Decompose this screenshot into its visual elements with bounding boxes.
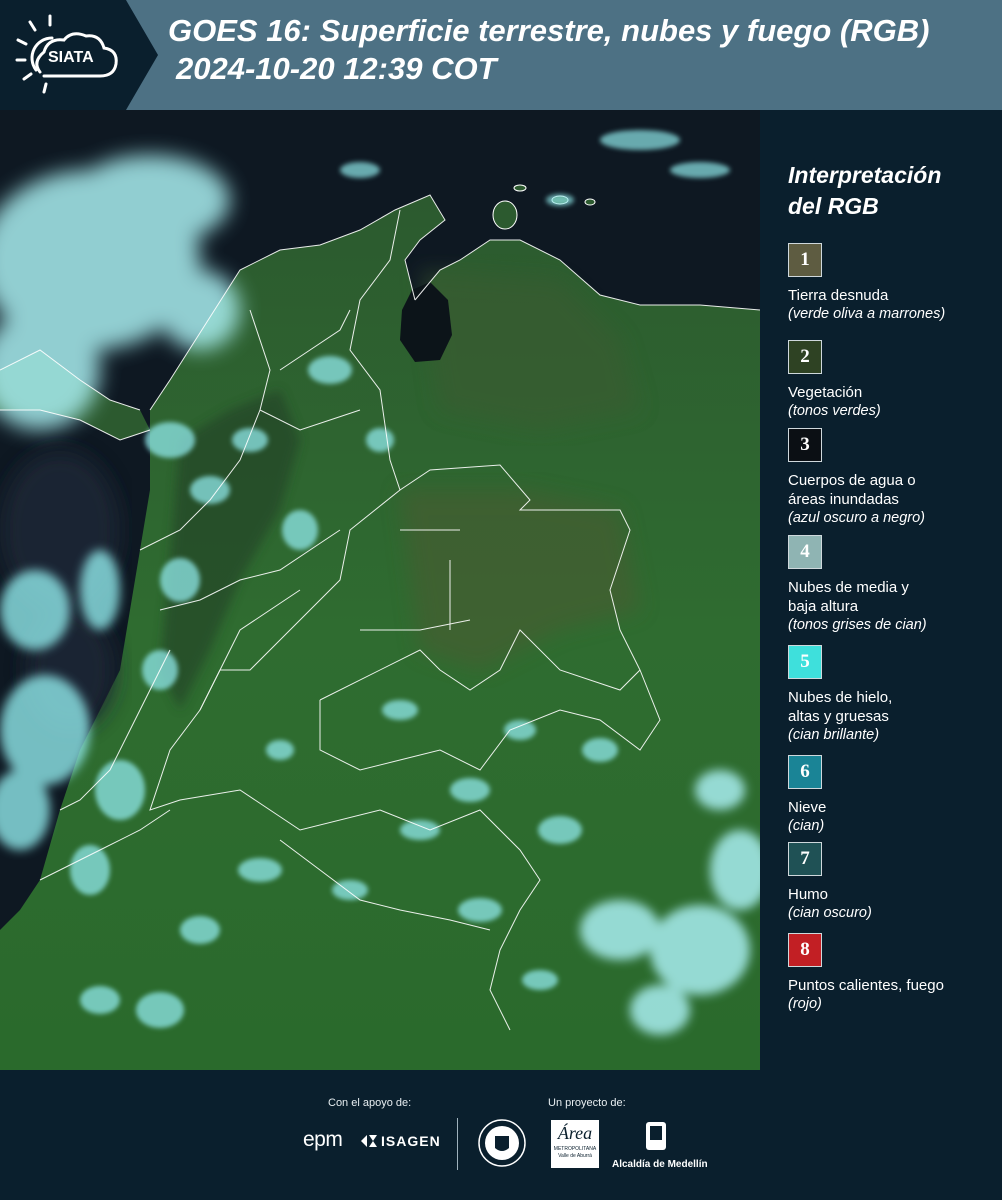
legend-swatch-7: 7 [788, 842, 822, 876]
legend-label-4: Nubes de media y baja altura [788, 579, 909, 615]
epm-logo: epm [303, 1128, 343, 1151]
alcaldia-logo-text: Alcaldía de Medellín [612, 1159, 708, 1170]
legend-label-3: Cuerpos de agua o áreas inundadas [788, 472, 916, 508]
legend-label-7: Humo [788, 886, 829, 903]
area-logo-title: Área [557, 1123, 593, 1143]
legend-swatch-8: 8 [788, 933, 822, 967]
legend-hint-3: (azul oscuro a negro) [788, 510, 926, 526]
footer: Con el apoyo de: Un proyecto de: epm ISA… [0, 1070, 1002, 1200]
legend-swatch-3: 3 [788, 428, 822, 462]
legend-hint-6: (cian) [788, 818, 825, 834]
header-bar: SIATA GOES 16: Superficie terrestre, nub… [0, 0, 1002, 110]
alcaldia-shield-icon [646, 1122, 666, 1150]
legend-label-5: Nubes de hielo, altas y gruesas [788, 689, 893, 725]
legend-item-1: 1 Tierra desnuda (verde oliva a marrones) [788, 243, 998, 324]
logo-text: SIATA [48, 49, 94, 66]
legend-label-8: Puntos calientes, fuego [788, 977, 944, 994]
legend-item-4: 4 Nubes de media y baja altura (tonos gris… [788, 535, 998, 635]
area-logo-subtitle-2: Valle de Aburrá [558, 1153, 592, 1159]
isagen-logo: ISAGEN [381, 1133, 441, 1149]
legend-title-line-1: Interpretación [788, 162, 942, 188]
legend-hint-8: (rojo) [788, 996, 822, 1012]
title-line-1: GOES 16: Superficie terrestre, nubes y f… [168, 13, 930, 48]
legend-hint-2: (tonos verdes) [788, 403, 881, 419]
legend-label-1: Tierra desnuda [788, 287, 889, 304]
legend-item-3: 3 Cuerpos de agua o áreas inundadas (azul … [788, 428, 998, 528]
satellite-map [0, 110, 760, 1070]
legend-item-2: 2 Vegetación (tonos verdes) [788, 340, 998, 421]
legend-swatch-4: 4 [788, 535, 822, 569]
legend-hint-1: (verde oliva a marrones) [788, 306, 946, 322]
legend-hint-5: (cian brillante) [788, 727, 880, 743]
legend-title: Interpretación del RGB [788, 160, 988, 222]
legend-swatch-2: 2 [788, 340, 822, 374]
legend-swatch-5: 5 [788, 645, 822, 679]
legend-title-line-2: del RGB [788, 193, 879, 219]
page-title: GOES 16: Superficie terrestre, nubes y f… [168, 12, 998, 88]
legend-hint-7: (cian oscuro) [788, 905, 872, 921]
medellin-seal-icon [478, 1119, 526, 1167]
isagen-icon [361, 1135, 377, 1147]
legend-item-6: 6 Nieve (cian) [788, 755, 998, 836]
legend-hint-4: (tonos grises de cian) [788, 617, 927, 633]
legend-swatch-6: 6 [788, 755, 822, 789]
legend-label-6: Nieve [788, 799, 827, 816]
title-line-2: 2024-10-20 12:39 COT [176, 51, 497, 86]
legend-item-7: 7 Humo (cian oscuro) [788, 842, 998, 923]
legend-label-2: Vegetación [788, 384, 863, 401]
legend-swatch-1: 1 [788, 243, 822, 277]
project-label: Un proyecto de: [548, 1097, 626, 1109]
legend-item-8: 8 Puntos calientes, fuego (rojo) [788, 933, 998, 1014]
support-label: Con el apoyo de: [328, 1097, 412, 1109]
area-metropolitana-logo: Área METROPOLITANA Valle de Aburrá [551, 1120, 599, 1168]
footer-divider [457, 1118, 458, 1170]
siata-logo-panel: SIATA [0, 0, 158, 110]
legend-panel: Interpretación del RGB 1 Tierra desnuda (v… [770, 110, 1002, 1070]
rgb-composite-image [0, 110, 760, 1070]
area-logo-subtitle: METROPOLITANA [553, 1146, 597, 1152]
legend-item-5: 5 Nubes de hielo, altas y gruesas (cian br… [788, 645, 998, 745]
